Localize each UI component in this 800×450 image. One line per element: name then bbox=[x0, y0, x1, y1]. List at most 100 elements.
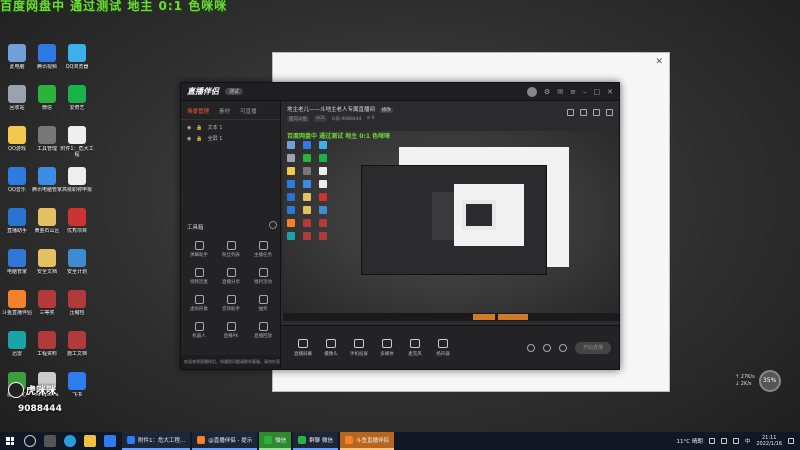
desktop-icon[interactable]: 直播助手 bbox=[0, 208, 34, 234]
tab-live[interactable]: 可直播 bbox=[240, 107, 257, 115]
desktop-icon[interactable]: 此电脑 bbox=[0, 44, 34, 70]
tool-button[interactable]: 机器人 bbox=[183, 322, 215, 339]
desktop-icon-label: 工具管理 bbox=[36, 146, 57, 152]
calendar-icon[interactable] bbox=[580, 109, 587, 116]
toolbox-toggle[interactable] bbox=[269, 221, 277, 229]
taskbar-task[interactable]: 群聊 微信 bbox=[293, 432, 338, 450]
tool-button[interactable]: 弹幕助手 bbox=[183, 241, 215, 258]
screen-capture-button[interactable]: 直播屏幕 bbox=[289, 338, 317, 357]
stream-preview[interactable]: 百度网盘中 通过测试 地主 0:1 色咪咪 bbox=[283, 131, 619, 321]
edit-title-button[interactable]: 修改 bbox=[379, 108, 393, 113]
preview-icon bbox=[303, 206, 311, 214]
app-icon bbox=[38, 208, 56, 226]
desktop-icon[interactable]: 腾讯视频 bbox=[30, 44, 64, 70]
gift-icon[interactable] bbox=[567, 109, 574, 116]
taskbar: 附件1：危大工程... @直播伴侣 - 提示 微信 群聊 微信 斗鱼直播伴侣 11°C … bbox=[0, 432, 800, 450]
stream-title-text[interactable]: 地主老儿——斗地主老人专属直播间 bbox=[287, 107, 375, 113]
media-button[interactable]: 多媒体 bbox=[373, 338, 401, 357]
chevron-up-icon[interactable] bbox=[708, 438, 715, 444]
microphone-button[interactable]: 麦克风 bbox=[401, 338, 429, 357]
desktop-icon[interactable]: 优秀项目 bbox=[60, 208, 94, 234]
taskbar-task[interactable]: 微信 bbox=[259, 432, 292, 450]
desktop-icon-label: QQ游戏 bbox=[8, 146, 26, 152]
taskbar-task[interactable]: 斗鱼直播伴侣 bbox=[340, 432, 395, 450]
task-app-icon bbox=[298, 436, 307, 444]
desktop-icon[interactable]: 压缩包 bbox=[60, 290, 94, 316]
desktop-icon[interactable]: 附件1：危大工程 bbox=[60, 126, 94, 158]
phone-cast-button[interactable]: 手机投屏 bbox=[345, 338, 373, 357]
desktop-icon[interactable]: 工具管理 bbox=[30, 126, 64, 152]
eye-icon[interactable]: ◉ bbox=[187, 136, 191, 142]
user-avatar[interactable] bbox=[526, 86, 537, 97]
tab-assets[interactable]: 素材 bbox=[219, 107, 230, 115]
record-icon[interactable] bbox=[527, 343, 535, 352]
desktop-icon[interactable]: 安全文档 bbox=[30, 249, 64, 275]
camera-button[interactable]: 摄像头 bbox=[317, 338, 345, 357]
tool-button[interactable]: 抽奖 bbox=[247, 295, 279, 312]
minimize-icon[interactable]: – bbox=[583, 88, 587, 96]
lock-icon[interactable]: 🔒 bbox=[196, 125, 202, 131]
desktop-icon[interactable]: 腾讯电脑管家 bbox=[30, 167, 64, 193]
taskbar-task[interactable]: @直播伴侣 - 提示 bbox=[192, 432, 258, 450]
feishu-icon[interactable] bbox=[104, 435, 116, 447]
network-icon[interactable] bbox=[720, 438, 727, 444]
search-icon[interactable] bbox=[24, 435, 36, 447]
tool-button[interactable]: 音效助手 bbox=[215, 295, 247, 312]
tool-button[interactable]: 直播分享 bbox=[215, 268, 247, 285]
stream-banner-text: 百度网盘中 通过测试 地主 0:1 色咪咪 bbox=[0, 0, 228, 13]
desktop-icon[interactable]: 电脑管家 bbox=[0, 249, 34, 275]
app-icon bbox=[68, 44, 86, 62]
desktop-icon[interactable]: 工程资料 bbox=[30, 331, 64, 357]
desktop-icon[interactable]: 迅雷 bbox=[0, 331, 34, 357]
desktop-icon[interactable]: 施工文档 bbox=[60, 331, 94, 357]
desktop-icon[interactable]: 三等奖 bbox=[30, 290, 64, 316]
desktop-icon[interactable]: QQ游戏 bbox=[0, 126, 34, 152]
notification-icon[interactable] bbox=[788, 438, 794, 444]
app-icon bbox=[38, 249, 56, 267]
close-icon[interactable]: ✕ bbox=[655, 57, 663, 67]
maximize-icon[interactable]: □ bbox=[594, 88, 601, 96]
start-button[interactable] bbox=[0, 432, 20, 450]
clock-icon[interactable] bbox=[543, 343, 551, 352]
gear-icon[interactable] bbox=[559, 343, 567, 352]
weather-text[interactable]: 11°C 晴朗 bbox=[677, 437, 703, 445]
desktop-icon[interactable]: 微信 bbox=[30, 85, 64, 111]
scene-item[interactable]: ◉ 🔒 全屏 1 bbox=[181, 131, 280, 143]
taskbar-task[interactable]: 附件1：危大工程... bbox=[122, 432, 191, 450]
desktop-icon[interactable]: 斗鱼直播伴侣 bbox=[0, 290, 34, 316]
desktop-icon[interactable]: 安全计划 bbox=[60, 249, 94, 275]
eye-icon[interactable]: ◉ bbox=[187, 125, 191, 131]
message-icon[interactable]: ✉ bbox=[557, 88, 563, 96]
input-language[interactable]: 中 bbox=[745, 437, 751, 445]
tab-scenes[interactable]: 场景管理 bbox=[187, 107, 209, 115]
task-view-icon[interactable] bbox=[44, 435, 56, 447]
volume-icon[interactable] bbox=[732, 438, 739, 444]
tool-button[interactable]: 福利活动 bbox=[247, 268, 279, 285]
chat-icon[interactable] bbox=[593, 109, 600, 116]
desktop-icon-label: 优秀项目 bbox=[66, 228, 87, 234]
desktop-icon[interactable]: QQ音乐 bbox=[0, 167, 34, 193]
speaker-button[interactable]: 扬声器 bbox=[429, 338, 457, 357]
tool-button[interactable]: 粉丝列表 bbox=[215, 241, 247, 258]
edge-icon[interactable] bbox=[64, 435, 76, 447]
network-widget[interactable]: ↑ 27K/s ↓ 2K/s 35% bbox=[735, 370, 781, 392]
tool-button[interactable]: 主播任务 bbox=[247, 241, 279, 258]
menu-icon[interactable]: ≡ bbox=[570, 88, 576, 96]
clock[interactable]: 21:11 2022/1/16 bbox=[756, 435, 782, 447]
desktop-icon[interactable]: 高级职称申报 bbox=[60, 167, 94, 193]
lock-icon[interactable]: 🔒 bbox=[196, 136, 202, 142]
desktop-icon[interactable]: 黄金石山区 bbox=[30, 208, 64, 234]
desktop-icon[interactable]: 爱奇艺 bbox=[60, 85, 94, 111]
tool-button[interactable]: 视频连麦 bbox=[183, 268, 215, 285]
tool-button[interactable]: 直播PK bbox=[215, 322, 247, 339]
close-icon[interactable]: ✕ bbox=[607, 88, 613, 96]
scene-item[interactable]: ◉ 🔒 文本 1 bbox=[181, 120, 280, 132]
tool-button[interactable]: 直播回放 bbox=[247, 322, 279, 339]
tool-button[interactable]: 虚拟形象 bbox=[183, 295, 215, 312]
start-live-button[interactable]: 开始直播 bbox=[575, 341, 611, 354]
share-icon[interactable] bbox=[606, 109, 613, 116]
folder-icon[interactable] bbox=[84, 435, 96, 447]
desktop-icon[interactable]: 回收站 bbox=[0, 85, 34, 111]
desktop-icon[interactable]: QQ浏览器 bbox=[60, 44, 94, 70]
settings-icon[interactable]: ⚙ bbox=[544, 88, 550, 96]
